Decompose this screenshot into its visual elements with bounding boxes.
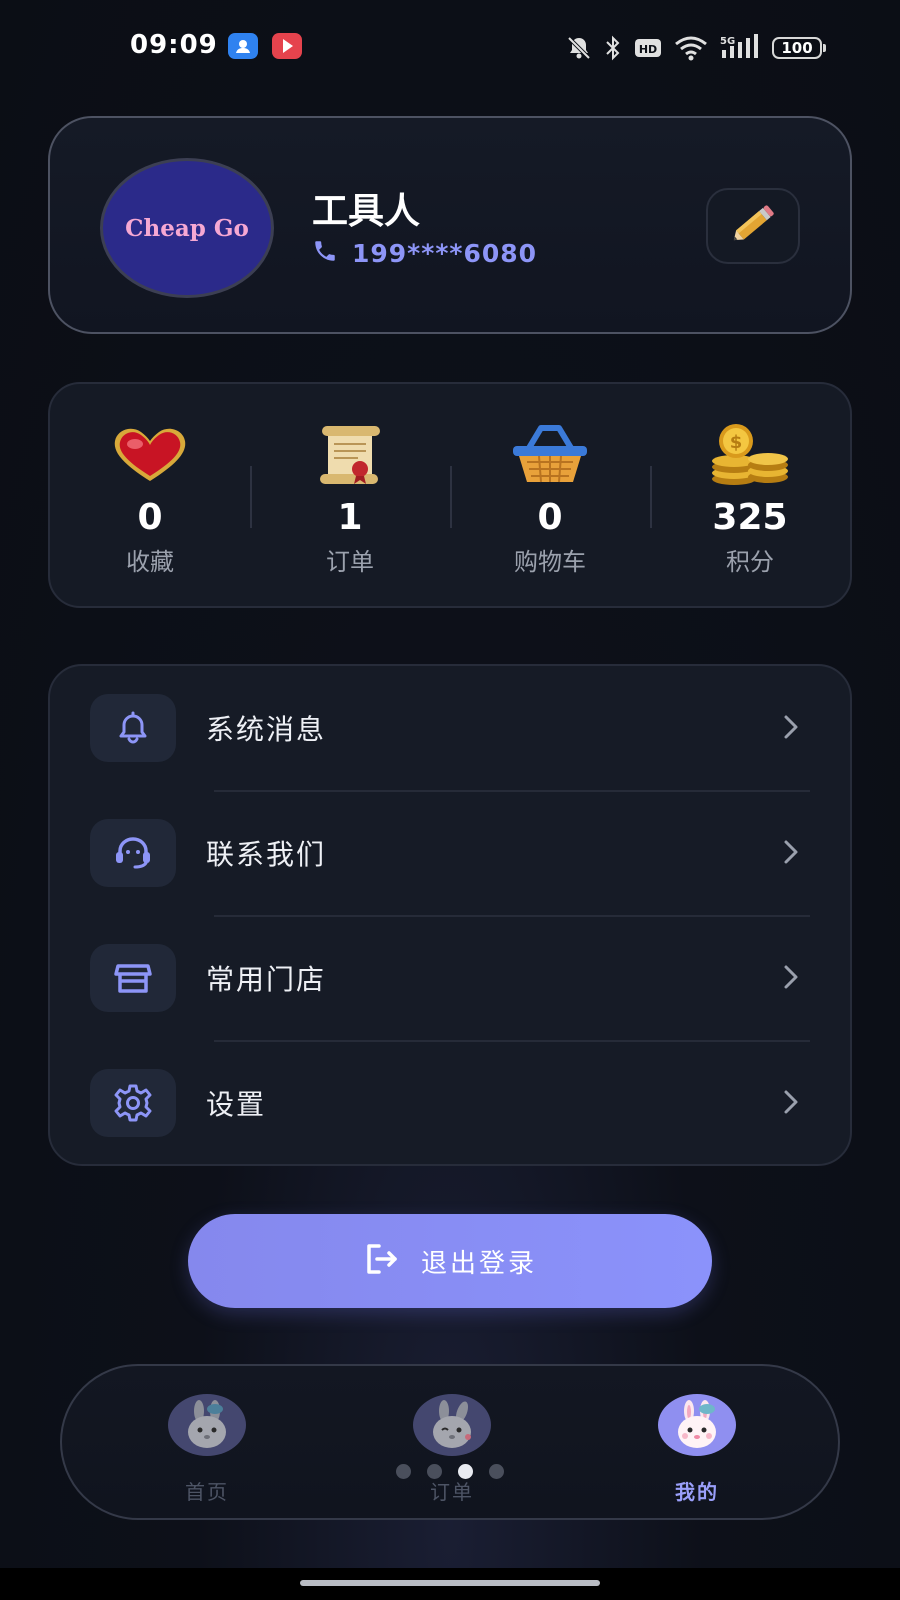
logout-label: 退出登录 bbox=[420, 1248, 537, 1279]
chevron-right-icon bbox=[782, 1088, 800, 1120]
menu-card: 系统消息 联系我们 常用门店 设置 bbox=[48, 664, 852, 1166]
stat-favorites[interactable]: 0 收藏 bbox=[50, 422, 250, 577]
hd-icon: HD bbox=[634, 37, 662, 59]
notification-app-icon bbox=[228, 33, 258, 59]
headset-icon bbox=[90, 819, 176, 887]
user-name: 工具人 bbox=[312, 191, 421, 232]
status-time: 09:09 bbox=[130, 30, 218, 60]
chevron-right-icon bbox=[782, 713, 800, 745]
nav-label: 订单 bbox=[430, 1480, 474, 1504]
heart-icon bbox=[50, 422, 250, 488]
page-indicator bbox=[396, 1464, 504, 1479]
edit-profile-button[interactable] bbox=[706, 188, 800, 264]
bluetooth-icon bbox=[604, 35, 622, 61]
menu-item-label: 设置 bbox=[206, 1088, 267, 1121]
bunny-mascot-icon bbox=[658, 1394, 736, 1456]
pencil-icon bbox=[726, 199, 780, 253]
svg-text:HD: HD bbox=[639, 43, 657, 56]
mute-bell-icon bbox=[566, 35, 592, 61]
menu-item-settings[interactable]: 设置 bbox=[50, 1041, 850, 1165]
stat-label: 收藏 bbox=[126, 548, 174, 576]
stat-orders[interactable]: 1 订单 bbox=[250, 422, 450, 577]
menu-item-contact-us[interactable]: 联系我们 bbox=[50, 791, 850, 915]
screen: 09:09 HD 5G 100 Cheap Go 工具人 199****6080… bbox=[0, 0, 900, 1600]
bell-icon bbox=[90, 694, 176, 762]
user-phone-row: 199****6080 bbox=[312, 238, 537, 268]
profile-card[interactable]: Cheap Go 工具人 199****6080 bbox=[48, 116, 852, 334]
nav-item-mine[interactable]: 我的 bbox=[617, 1394, 777, 1505]
page-dot bbox=[489, 1464, 504, 1479]
chevron-right-icon bbox=[782, 963, 800, 995]
page-dot-current bbox=[458, 1464, 473, 1479]
stat-label: 订单 bbox=[326, 548, 374, 576]
scroll-icon bbox=[250, 422, 450, 488]
menu-item-frequent-stores[interactable]: 常用门店 bbox=[50, 916, 850, 1040]
svg-text:$: $ bbox=[730, 432, 743, 453]
nav-label: 我的 bbox=[675, 1480, 719, 1504]
wifi-icon bbox=[674, 35, 708, 61]
menu-item-system-messages[interactable]: 系统消息 bbox=[50, 666, 850, 790]
stat-value: 325 bbox=[712, 497, 788, 538]
coins-icon: $ bbox=[650, 422, 850, 488]
basket-icon bbox=[450, 422, 650, 488]
bunny-mascot-icon bbox=[168, 1394, 246, 1456]
stat-label: 购物车 bbox=[514, 548, 586, 576]
svg-text:5G: 5G bbox=[720, 36, 735, 47]
phone-icon bbox=[312, 238, 338, 268]
nav-label: 首页 bbox=[185, 1480, 229, 1504]
avatar[interactable]: Cheap Go bbox=[100, 158, 274, 298]
home-indicator[interactable] bbox=[300, 1580, 600, 1586]
gear-icon bbox=[90, 1069, 176, 1137]
page-dot bbox=[427, 1464, 442, 1479]
stat-value: 1 bbox=[337, 497, 363, 538]
stat-value: 0 bbox=[137, 497, 163, 538]
store-icon bbox=[90, 944, 176, 1012]
cellular-signal-icon: 5G bbox=[720, 34, 760, 62]
menu-item-label: 系统消息 bbox=[206, 713, 327, 746]
stats-card: 0 收藏 1 订单 0 购物车 $ 325 积分 bbox=[48, 382, 852, 608]
battery-indicator: 100 bbox=[772, 37, 826, 59]
bottom-nav: 首页 订单 我的 bbox=[60, 1364, 840, 1520]
user-phone: 199****6080 bbox=[352, 238, 538, 268]
stat-label: 积分 bbox=[726, 548, 774, 576]
stat-cart[interactable]: 0 购物车 bbox=[450, 422, 650, 577]
status-bar: 09:09 HD 5G 100 bbox=[0, 0, 900, 96]
stat-points[interactable]: $ 325 积分 bbox=[650, 422, 850, 577]
logout-icon bbox=[363, 1242, 399, 1280]
menu-item-label: 联系我们 bbox=[206, 838, 327, 871]
chevron-right-icon bbox=[782, 838, 800, 870]
nav-item-orders[interactable]: 订单 bbox=[372, 1394, 532, 1505]
status-icons: HD 5G 100 bbox=[566, 28, 826, 68]
menu-item-label: 常用门店 bbox=[206, 963, 327, 996]
nav-item-home[interactable]: 首页 bbox=[127, 1394, 287, 1505]
stat-value: 0 bbox=[537, 497, 563, 538]
bunny-mascot-icon bbox=[413, 1394, 491, 1456]
logout-button[interactable]: 退出登录 bbox=[188, 1214, 712, 1308]
page-dot bbox=[396, 1464, 411, 1479]
video-app-icon bbox=[272, 33, 302, 59]
